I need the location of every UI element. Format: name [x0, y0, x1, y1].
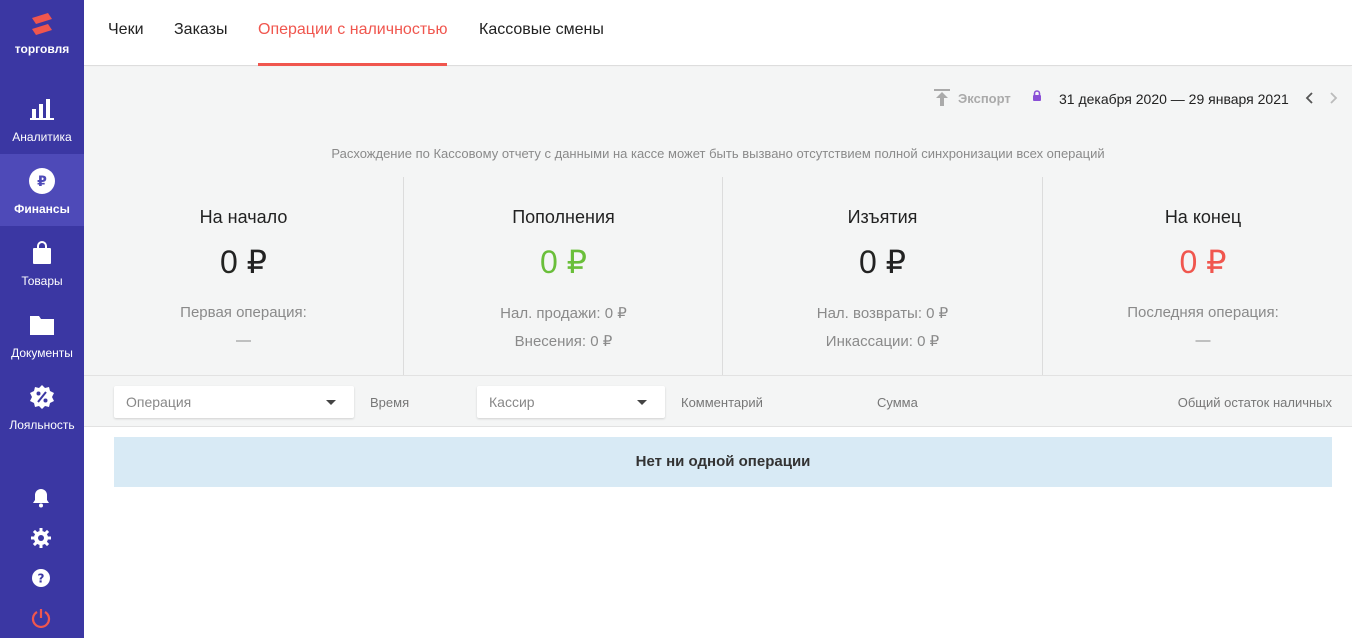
chevron-left-icon	[1305, 92, 1313, 104]
cashier-select[interactable]: Кассир	[477, 386, 665, 418]
folder-icon	[29, 312, 55, 338]
sidebar-item-goods[interactable]: Товары	[0, 226, 84, 298]
logo-text: торговля	[14, 42, 70, 56]
shopping-bag-icon	[29, 240, 55, 266]
bell-icon[interactable]	[30, 487, 52, 509]
tab-orders[interactable]: Заказы	[174, 0, 227, 66]
ruble-icon: ₽	[29, 168, 55, 194]
export-button[interactable]: Экспорт	[934, 89, 1011, 107]
summary-title: Пополнения	[512, 207, 615, 227]
summary-panel: Экспорт 31 декабря 2020 — 29 января 2021…	[84, 67, 1352, 427]
summary-detail: Нал. возвраты: 0 ₽	[816, 305, 949, 322]
gear-icon[interactable]	[30, 527, 52, 549]
logo[interactable]: торговля	[0, 0, 84, 82]
power-icon[interactable]	[30, 607, 52, 629]
summary-detail: Внесения: 0 ₽	[514, 333, 613, 350]
next-period-button[interactable]	[1326, 89, 1342, 107]
sidebar-item-label: Аналитика	[12, 130, 72, 144]
summary-detail: Нал. продажи: 0 ₽	[500, 305, 627, 322]
chevron-right-icon	[1330, 92, 1338, 104]
summary-deposits: Пополнения 0 ₽ Нал. продажи: 0 ₽ Внесени…	[84, 177, 723, 375]
cashier-select-placeholder: Кассир	[489, 394, 535, 410]
bar-chart-icon	[29, 96, 55, 122]
sidebar: торговля Аналитика ₽ Финансы Товары Доку…	[0, 0, 84, 638]
top-tabs: Чеки Заказы Операции с наличностью Кассо…	[84, 0, 1352, 66]
sync-notice: Расхождение по Кассовому отчету с данным…	[331, 146, 1105, 161]
summary-detail: Инкассации: 0 ₽	[825, 333, 940, 350]
sidebar-item-analytics[interactable]: Аналитика	[0, 82, 84, 154]
summary-amount: 0 ₽	[858, 244, 907, 280]
summary-title: Изъятия	[847, 207, 918, 227]
tab-receipts[interactable]: Чеки	[108, 0, 144, 66]
caret-down-icon	[637, 400, 647, 405]
discount-icon	[29, 384, 55, 410]
summary-detail-value: —	[1195, 332, 1211, 349]
sidebar-item-label: Лояльность	[9, 418, 75, 432]
sidebar-item-label: Финансы	[14, 202, 70, 216]
export-icon	[934, 89, 950, 106]
help-icon[interactable]: ?	[30, 567, 52, 589]
column-sum[interactable]: Сумма	[877, 395, 918, 410]
date-range-picker[interactable]: 31 декабря 2020 — 29 января 2021	[1059, 91, 1289, 107]
column-time[interactable]: Время	[370, 395, 409, 410]
sidebar-item-loyalty[interactable]: Лояльность	[0, 370, 84, 442]
export-label: Экспорт	[958, 90, 1011, 106]
sidebar-item-label: Документы	[11, 346, 73, 360]
empty-state-message: Нет ни одной операции	[114, 437, 1332, 487]
summary-detail: Последняя операция:	[1127, 304, 1279, 321]
column-comment: Комментарий	[681, 395, 763, 410]
tab-cash-shifts[interactable]: Кассовые смены	[479, 0, 604, 66]
summary-title: На конец	[1164, 207, 1242, 227]
svg-text:₽: ₽	[37, 174, 47, 190]
logo-icon	[32, 13, 52, 35]
operation-select[interactable]: Операция	[114, 386, 354, 418]
caret-down-icon	[326, 400, 336, 405]
lock-icon	[1032, 89, 1042, 107]
sidebar-item-label: Товары	[21, 274, 63, 288]
prev-period-button[interactable]	[1301, 89, 1317, 107]
summary-end: На конец 0 ₽ Последняя операция: —	[1043, 177, 1352, 375]
summary-amount: 0 ₽	[1179, 244, 1227, 280]
sidebar-item-documents[interactable]: Документы	[0, 298, 84, 370]
operation-select-placeholder: Операция	[126, 394, 192, 410]
tab-cash-operations[interactable]: Операции с наличностью	[258, 0, 448, 66]
sidebar-item-finance[interactable]: ₽ Финансы	[0, 154, 84, 226]
table-header: Операция Время Кассир Комментарий Сумма …	[84, 375, 1352, 427]
summary-withdrawals: Изъятия 0 ₽ Нал. возвраты: 0 ₽ Инкассаци…	[723, 177, 1043, 375]
svg-text:?: ?	[38, 572, 45, 586]
column-cash-balance: Общий остаток наличных	[1177, 395, 1332, 410]
summary-amount: 0 ₽	[539, 244, 588, 280]
